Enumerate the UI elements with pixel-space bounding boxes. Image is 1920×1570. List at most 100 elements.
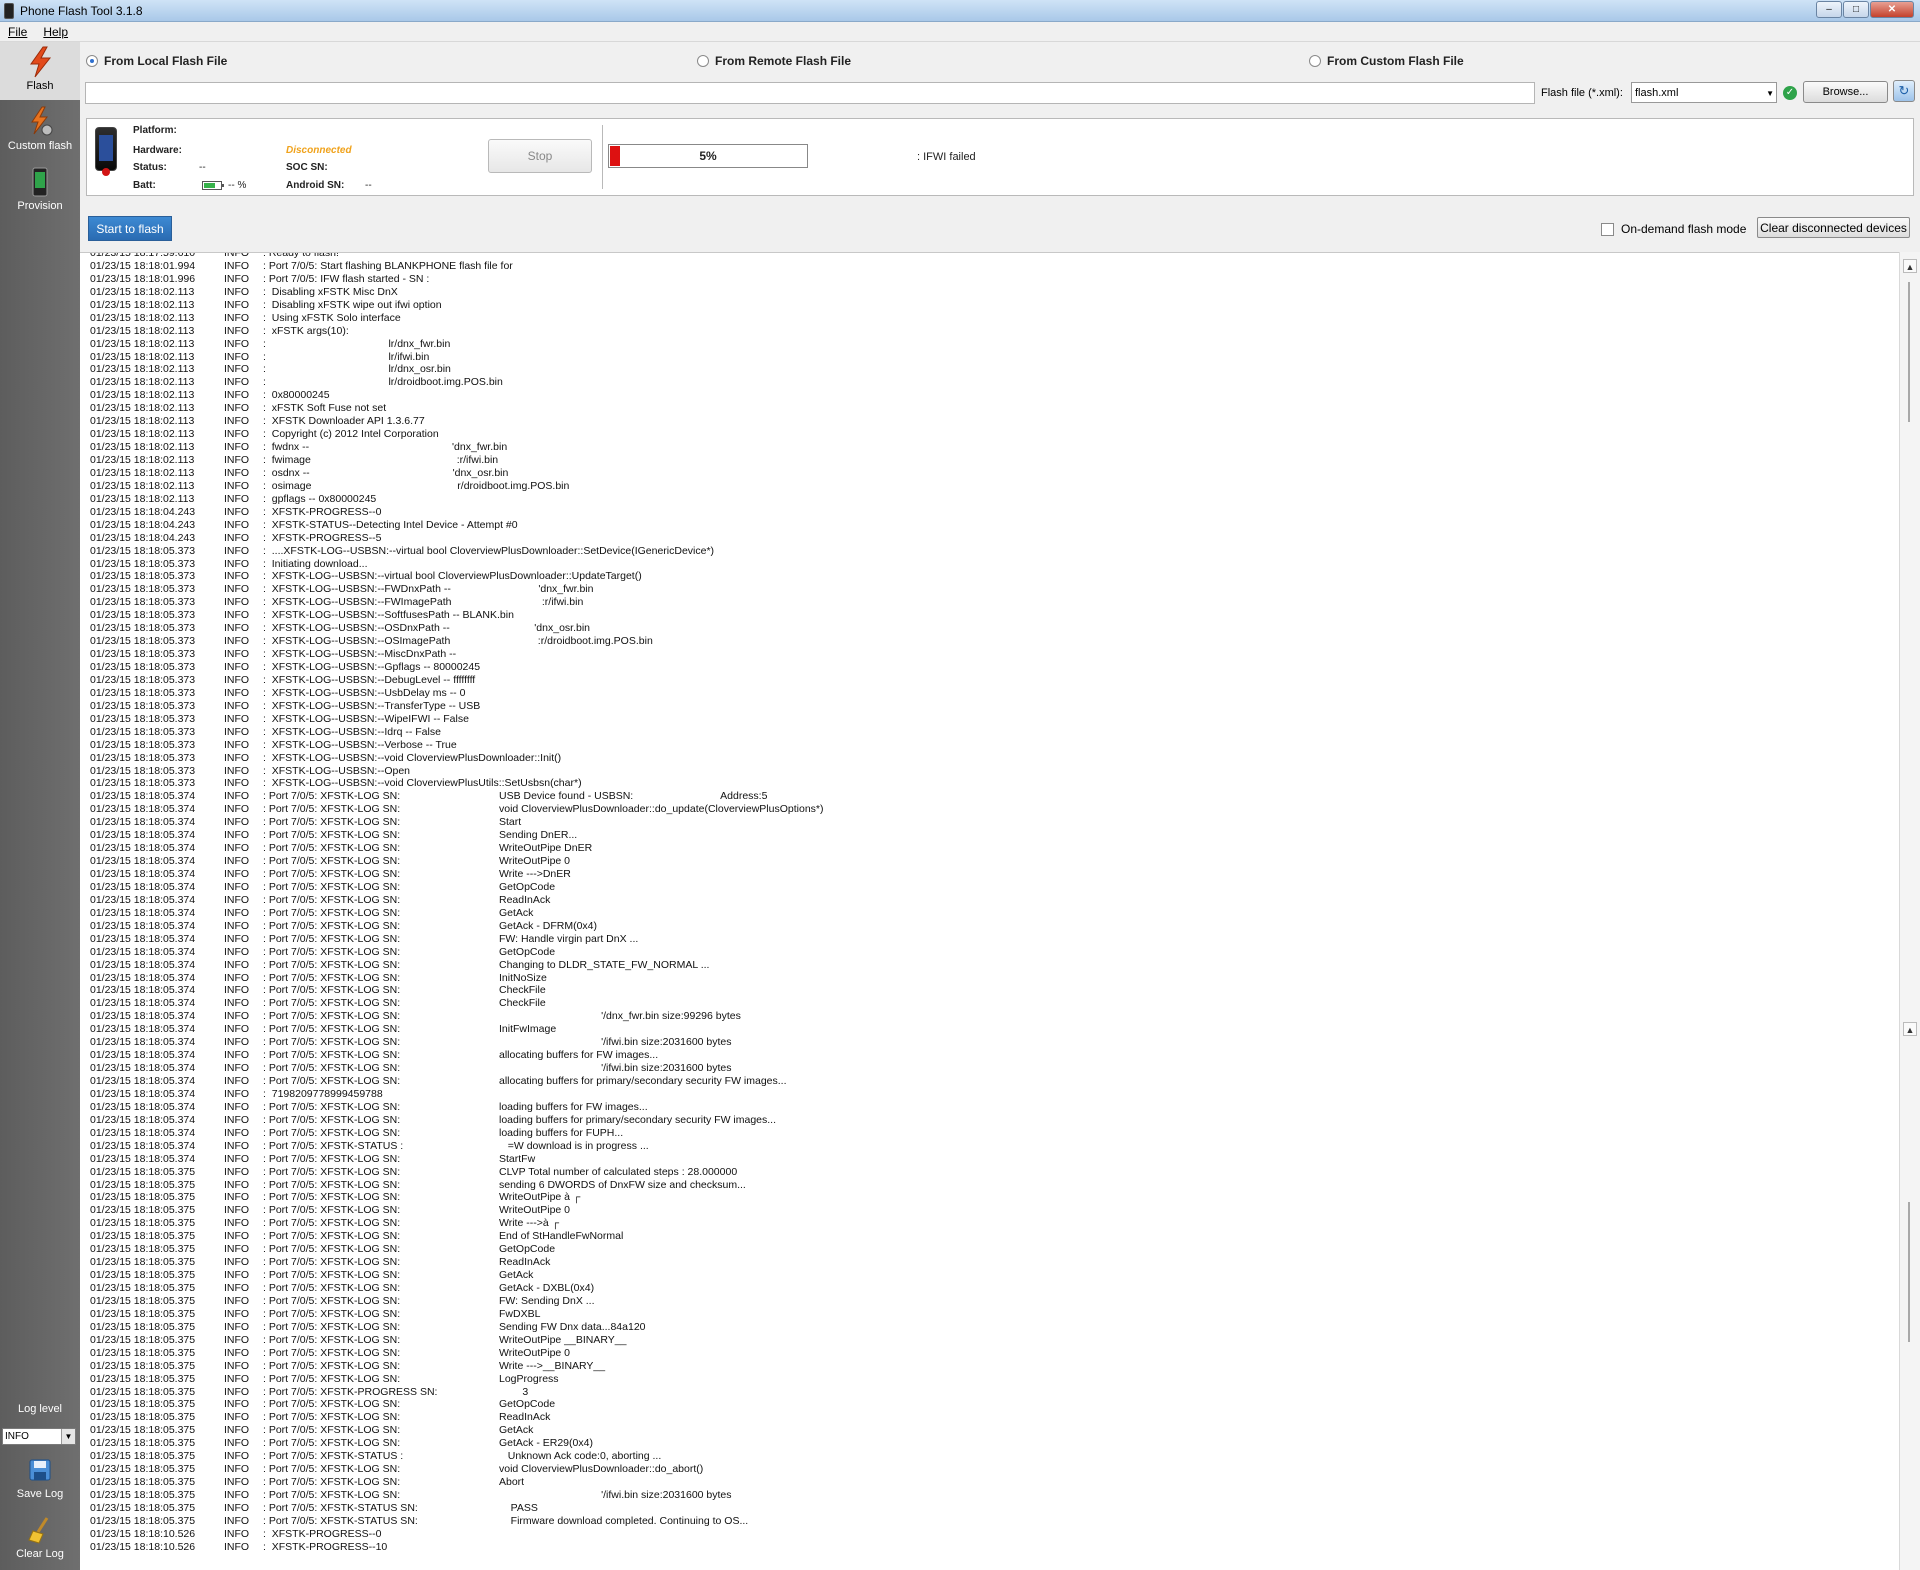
log-message: WriteOutPipe __BINARY__ [499, 1333, 627, 1346]
log-view[interactable]: 01/23/15 18:17:59.610 INFO: Ready to flas… [80, 252, 1899, 1570]
save-log-button[interactable]: Save Log [0, 1450, 80, 1508]
log-message: InitFwImage [499, 1023, 557, 1036]
log-line: 01/23/15 18:18:05.373 INFO: Initiating do… [80, 558, 1899, 571]
log-source: : Disabling xFSTK wipe out ifwi option [263, 298, 442, 311]
menu-file[interactable]: File [8, 25, 27, 39]
log-source: : Port 7/0/5: XFSTK-LOG SN: [263, 1217, 401, 1230]
log-level: INFO [224, 1294, 250, 1307]
window-controls: – □ ✕ [1815, 1, 1914, 18]
log-source: : XFSTK-LOG--USBSN:--TransferType -- USB [263, 699, 481, 712]
source-custom-radio[interactable]: From Custom Flash File [1309, 54, 1464, 68]
clear-log-button[interactable]: Clear Log [0, 1510, 80, 1568]
android-sn-value: -- [365, 180, 372, 191]
log-level: INFO [224, 1463, 250, 1476]
title-bar: Phone Flash Tool 3.1.8 – □ ✕ [0, 0, 1920, 22]
menu-help[interactable]: Help [43, 25, 68, 39]
log-source: : XFSTK-PROGRESS--0 [263, 1527, 382, 1540]
log-timestamp: 01/23/15 18:18:05.375 [90, 1243, 196, 1256]
sidebar-item-flash[interactable]: Flash [0, 42, 80, 100]
on-demand-checkbox[interactable] [1601, 223, 1614, 236]
save-log-label: Save Log [16, 1488, 64, 1500]
phone-icon [95, 127, 117, 171]
log-source: : XFSTK-LOG--USBSN:--virtual bool Clover… [263, 570, 642, 583]
log-level: INFO [224, 880, 250, 893]
log-timestamp: 01/23/15 18:18:05.375 [90, 1476, 196, 1489]
scrollbar-thumb[interactable] [1908, 1202, 1910, 1342]
log-line: 01/23/15 18:18:05.374 INFO: Port 7/0/5: X… [80, 868, 1899, 881]
log-line: 01/23/15 18:18:02.113 INFO: osimage r/dro… [80, 480, 1899, 493]
sidebar-item-label: Custom flash [7, 140, 73, 152]
stop-button[interactable]: Stop [488, 139, 592, 173]
log-line: 01/23/15 18:18:02.113 INFO: Disabling xFS… [80, 286, 1899, 299]
log-line: 01/23/15 18:17:59.610 INFO: Ready to flas… [80, 253, 1899, 260]
log-level: INFO [224, 1165, 250, 1178]
browse-button[interactable]: Browse... [1803, 81, 1888, 103]
log-timestamp: 01/23/15 18:18:05.373 [90, 686, 196, 699]
log-line: 01/23/15 18:18:02.113 INFO: lr/dnx_fwr.bi… [80, 338, 1899, 351]
source-remote-radio[interactable]: From Remote Flash File [697, 54, 851, 68]
log-line: 01/23/15 18:18:05.374 INFO: Port 7/0/5: X… [80, 855, 1899, 868]
scroll-up-icon[interactable]: ▲ [1903, 1022, 1917, 1036]
clear-log-label: Clear Log [16, 1548, 64, 1560]
scroll-up-icon[interactable]: ▲ [1903, 259, 1917, 273]
log-level: INFO [224, 466, 250, 479]
log-source: : XFSTK-LOG--USBSN:--SoftfusesPath -- BL… [263, 609, 514, 622]
log-timestamp: 01/23/15 18:18:05.373 [90, 764, 196, 777]
clear-disconnected-button[interactable]: Clear disconnected devices [1757, 217, 1910, 238]
start-flash-button[interactable]: Start to flash [88, 216, 172, 241]
sidebar-item-custom-flash[interactable]: Custom flash [0, 102, 80, 160]
log-level: INFO [224, 945, 250, 958]
custom-flash-icon [31, 106, 53, 136]
log-level: INFO [224, 1113, 250, 1126]
log-line: 01/23/15 18:18:05.374 INFO: Port 7/0/5: X… [80, 959, 1899, 972]
source-local-radio[interactable]: From Local Flash File [86, 54, 227, 68]
log-source: : Port 7/0/5: XFSTK-LOG SN: [263, 958, 401, 971]
flash-file-path-input[interactable] [85, 82, 1535, 104]
sidebar-item-provision[interactable]: Provision [0, 162, 80, 220]
log-timestamp: 01/23/15 18:18:05.375 [90, 1346, 196, 1359]
log-line: 01/23/15 18:18:05.375 INFO: Port 7/0/5: X… [80, 1308, 1899, 1321]
log-level: INFO [224, 428, 250, 441]
log-timestamp: 01/23/15 18:18:05.374 [90, 958, 196, 971]
log-timestamp: 01/23/15 18:18:05.375 [90, 1385, 196, 1398]
log-timestamp: 01/23/15 18:18:05.373 [90, 725, 196, 738]
log-source: : XFSTK-LOG--USBSN:--Idrq -- False [263, 725, 441, 738]
log-timestamp: 01/23/15 18:18:05.375 [90, 1294, 196, 1307]
log-level: INFO [224, 272, 250, 285]
log-source: : Port 7/0/5: XFSTK-LOG SN: [263, 1049, 401, 1062]
scrollbar-thumb[interactable] [1908, 282, 1910, 422]
log-level: INFO [224, 764, 250, 777]
log-level: INFO [224, 1152, 250, 1165]
log-line: 01/23/15 18:18:02.113 INFO: osdnx -- 'dnx… [80, 467, 1899, 480]
log-line: 01/23/15 18:18:02.113 INFO: lr/dnx_osr.bi… [80, 363, 1899, 376]
log-message: GetOpCode [499, 1398, 556, 1411]
maximize-button[interactable]: □ [1843, 1, 1869, 18]
minimize-button[interactable]: – [1816, 1, 1842, 18]
log-line: 01/23/15 18:18:05.375 INFO: Port 7/0/5: X… [80, 1424, 1899, 1437]
refresh-button[interactable]: ↻ [1893, 80, 1915, 102]
log-timestamp: 01/23/15 18:18:05.374 [90, 829, 196, 842]
log-line: 01/23/15 18:18:05.373 INFO: XFSTK-LOG--US… [80, 739, 1899, 752]
log-timestamp: 01/23/15 18:18:05.374 [90, 1049, 196, 1062]
flash-file-select[interactable]: flash.xml ▼ [1631, 82, 1777, 103]
log-timestamp: 01/23/15 18:18:01.994 [90, 259, 196, 272]
log-message: Sending FW Dnx data...84a120 [499, 1320, 646, 1333]
log-timestamp: 01/23/15 18:18:05.374 [90, 842, 196, 855]
log-level: INFO [224, 1514, 250, 1527]
log-level: INFO [224, 1087, 250, 1100]
log-timestamp: 01/23/15 18:18:05.374 [90, 790, 196, 803]
log-timestamp: 01/23/15 18:18:02.113 [90, 428, 195, 441]
log-timestamp: 01/23/15 18:18:05.374 [90, 1126, 196, 1139]
log-level: INFO [224, 699, 250, 712]
log-source: : Port 7/0/5: XFSTK-LOG SN: [263, 1282, 401, 1294]
log-source: : Port 7/0/5: XFSTK-LOG SN: [263, 803, 401, 816]
log-level: INFO [224, 298, 250, 311]
log-line: 01/23/15 18:18:05.375 INFO: Port 7/0/5: X… [80, 1334, 1899, 1347]
log-scrollbar[interactable]: ▲ ▲ [1899, 252, 1920, 1570]
log-message: void CloverviewPlusDownloader::do_abort(… [499, 1463, 704, 1476]
log-timestamp: 01/23/15 18:18:05.375 [90, 1191, 196, 1204]
log-level: INFO [224, 1411, 250, 1424]
log-source: : fwimage :r/ifwi.bin [263, 454, 499, 466]
close-button[interactable]: ✕ [1870, 1, 1914, 18]
log-level-select[interactable]: INFO ▼ [2, 1428, 76, 1445]
